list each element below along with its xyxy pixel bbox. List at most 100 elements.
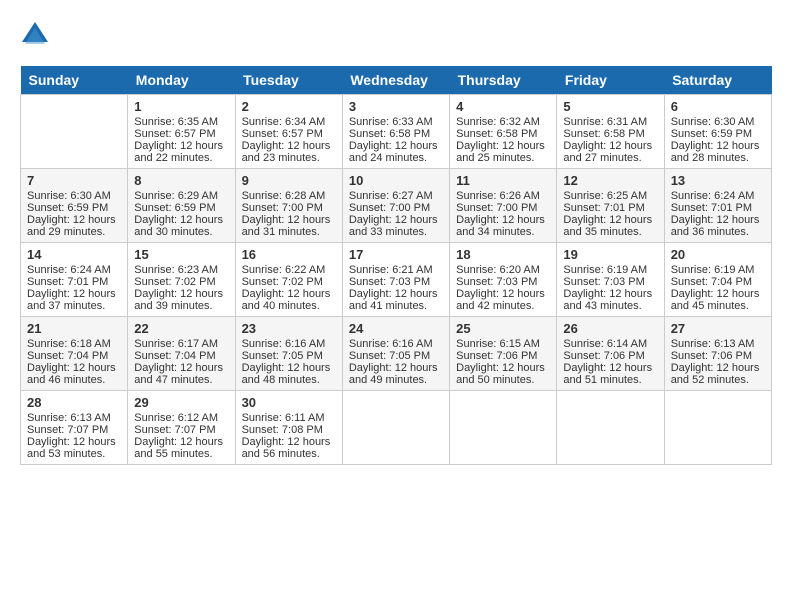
- day-cell: [450, 391, 557, 465]
- sunset-text: Sunset: 6:57 PM: [134, 128, 215, 140]
- week-row-3: 14Sunrise: 6:24 AMSunset: 7:01 PMDayligh…: [21, 243, 772, 317]
- sunset-text: Sunset: 7:02 PM: [242, 276, 323, 288]
- header-cell-friday: Friday: [557, 66, 664, 95]
- sunrise-text: Sunrise: 6:16 AM: [349, 338, 433, 350]
- day-number: 5: [563, 99, 657, 114]
- day-number: 29: [134, 395, 228, 410]
- daylight-text: Daylight: 12 hours and 39 minutes.: [134, 288, 223, 312]
- day-number: 11: [456, 173, 550, 188]
- sunset-text: Sunset: 7:01 PM: [27, 276, 108, 288]
- calendar-body: 1Sunrise: 6:35 AMSunset: 6:57 PMDaylight…: [21, 95, 772, 465]
- sunrise-text: Sunrise: 6:17 AM: [134, 338, 218, 350]
- daylight-text: Daylight: 12 hours and 24 minutes.: [349, 140, 438, 164]
- day-cell: 24Sunrise: 6:16 AMSunset: 7:05 PMDayligh…: [342, 317, 449, 391]
- header-cell-tuesday: Tuesday: [235, 66, 342, 95]
- day-number: 20: [671, 247, 765, 262]
- day-cell: 6Sunrise: 6:30 AMSunset: 6:59 PMDaylight…: [664, 95, 771, 169]
- day-cell: 1Sunrise: 6:35 AMSunset: 6:57 PMDaylight…: [128, 95, 235, 169]
- daylight-text: Daylight: 12 hours and 37 minutes.: [27, 288, 116, 312]
- sunrise-text: Sunrise: 6:32 AM: [456, 116, 540, 128]
- page-header: [20, 20, 772, 50]
- daylight-text: Daylight: 12 hours and 47 minutes.: [134, 362, 223, 386]
- sunset-text: Sunset: 7:04 PM: [671, 276, 752, 288]
- day-cell: 25Sunrise: 6:15 AMSunset: 7:06 PMDayligh…: [450, 317, 557, 391]
- sunrise-text: Sunrise: 6:27 AM: [349, 190, 433, 202]
- daylight-text: Daylight: 12 hours and 23 minutes.: [242, 140, 331, 164]
- day-number: 19: [563, 247, 657, 262]
- day-number: 23: [242, 321, 336, 336]
- sunset-text: Sunset: 7:07 PM: [134, 424, 215, 436]
- day-cell: 18 Sunrise: 6:20 AMSunset: 7:03 PMDayligh…: [450, 243, 557, 317]
- sunset-text: Sunset: 6:59 PM: [134, 202, 215, 214]
- sunrise-text: Sunrise: 6:18 AM: [27, 338, 111, 350]
- day-number: 18: [456, 247, 550, 262]
- sunset-text: Sunset: 7:03 PM: [349, 276, 430, 288]
- sunset-text: Sunset: 6:58 PM: [456, 128, 537, 140]
- sunrise-text: Sunrise: 6:29 AM: [134, 190, 218, 202]
- sunrise-text: Sunrise: 6:13 AM: [27, 412, 111, 424]
- sunset-text: Sunset: 7:01 PM: [671, 202, 752, 214]
- daylight-text: Daylight: 12 hours and 55 minutes.: [134, 436, 223, 460]
- day-cell: 12Sunrise: 6:25 AMSunset: 7:01 PMDayligh…: [557, 169, 664, 243]
- sunrise-text: Sunrise: 6:21 AM: [349, 264, 433, 276]
- week-row-5: 28Sunrise: 6:13 AMSunset: 7:07 PMDayligh…: [21, 391, 772, 465]
- sunrise-text: Sunrise: 6:25 AM: [563, 190, 647, 202]
- logo-icon: [20, 20, 50, 50]
- day-number: 17: [349, 247, 443, 262]
- day-number: 3: [349, 99, 443, 114]
- header-cell-monday: Monday: [128, 66, 235, 95]
- daylight-text: Daylight: 12 hours and 42 minutes.: [456, 288, 545, 312]
- day-number: 7: [27, 173, 121, 188]
- sunrise-text: Sunrise: 6:24 AM: [671, 190, 755, 202]
- sunrise-text: Sunrise: 6:23 AM: [134, 264, 218, 276]
- sunrise-text: Sunrise: 6:14 AM: [563, 338, 647, 350]
- daylight-text: Daylight: 12 hours and 29 minutes.: [27, 214, 116, 238]
- daylight-text: Daylight: 12 hours and 33 minutes.: [349, 214, 438, 238]
- header-row: SundayMondayTuesdayWednesdayThursdayFrid…: [21, 66, 772, 95]
- day-cell: 7Sunrise: 6:30 AMSunset: 6:59 PMDaylight…: [21, 169, 128, 243]
- day-cell: 28Sunrise: 6:13 AMSunset: 7:07 PMDayligh…: [21, 391, 128, 465]
- daylight-text: Daylight: 12 hours and 31 minutes.: [242, 214, 331, 238]
- sunrise-text: Sunrise: 6:19 AM: [671, 264, 755, 276]
- sunrise-text: Sunrise: 6:30 AM: [671, 116, 755, 128]
- day-number: 9: [242, 173, 336, 188]
- daylight-text: Daylight: 12 hours and 40 minutes.: [242, 288, 331, 312]
- sunrise-text: Sunrise: 6:33 AM: [349, 116, 433, 128]
- daylight-text: Daylight: 12 hours and 51 minutes.: [563, 362, 652, 386]
- day-number: 21: [27, 321, 121, 336]
- daylight-text: Daylight: 12 hours and 50 minutes.: [456, 362, 545, 386]
- sunrise-text: Sunrise: 6:24 AM: [27, 264, 111, 276]
- daylight-text: Daylight: 12 hours and 35 minutes.: [563, 214, 652, 238]
- sunrise-text: Sunrise: 6:30 AM: [27, 190, 111, 202]
- sunrise-text: Sunrise: 6:34 AM: [242, 116, 326, 128]
- day-number: 16: [242, 247, 336, 262]
- sunrise-text: Sunrise: 6:20 AM: [456, 264, 540, 276]
- sunset-text: Sunset: 7:03 PM: [563, 276, 644, 288]
- week-row-1: 1Sunrise: 6:35 AMSunset: 6:57 PMDaylight…: [21, 95, 772, 169]
- logo: [20, 20, 54, 50]
- sunset-text: Sunset: 7:04 PM: [27, 350, 108, 362]
- daylight-text: Daylight: 12 hours and 22 minutes.: [134, 140, 223, 164]
- day-cell: 8Sunrise: 6:29 AMSunset: 6:59 PMDaylight…: [128, 169, 235, 243]
- header-cell-thursday: Thursday: [450, 66, 557, 95]
- sunset-text: Sunset: 7:04 PM: [134, 350, 215, 362]
- sunset-text: Sunset: 7:03 PM: [456, 276, 537, 288]
- calendar-table: SundayMondayTuesdayWednesdayThursdayFrid…: [20, 66, 772, 465]
- sunset-text: Sunset: 7:08 PM: [242, 424, 323, 436]
- day-cell: [21, 95, 128, 169]
- day-cell: 23Sunrise: 6:16 AMSunset: 7:05 PMDayligh…: [235, 317, 342, 391]
- day-number: 22: [134, 321, 228, 336]
- daylight-text: Daylight: 12 hours and 48 minutes.: [242, 362, 331, 386]
- day-cell: 10Sunrise: 6:27 AMSunset: 7:00 PMDayligh…: [342, 169, 449, 243]
- day-cell: 17Sunrise: 6:21 AMSunset: 7:03 PMDayligh…: [342, 243, 449, 317]
- sunrise-text: Sunrise: 6:26 AM: [456, 190, 540, 202]
- day-number: 6: [671, 99, 765, 114]
- day-cell: 9Sunrise: 6:28 AMSunset: 7:00 PMDaylight…: [235, 169, 342, 243]
- day-cell: 21Sunrise: 6:18 AMSunset: 7:04 PMDayligh…: [21, 317, 128, 391]
- day-cell: 4Sunrise: 6:32 AMSunset: 6:58 PMDaylight…: [450, 95, 557, 169]
- sunset-text: Sunset: 7:00 PM: [242, 202, 323, 214]
- sunset-text: Sunset: 6:58 PM: [349, 128, 430, 140]
- sunset-text: Sunset: 7:01 PM: [563, 202, 644, 214]
- week-row-2: 7 Sunrise: 6:30 AM Sunset: 6:59 PM Daylight…: [21, 169, 772, 243]
- sunset-text: Sunset: 6:58 PM: [563, 128, 644, 140]
